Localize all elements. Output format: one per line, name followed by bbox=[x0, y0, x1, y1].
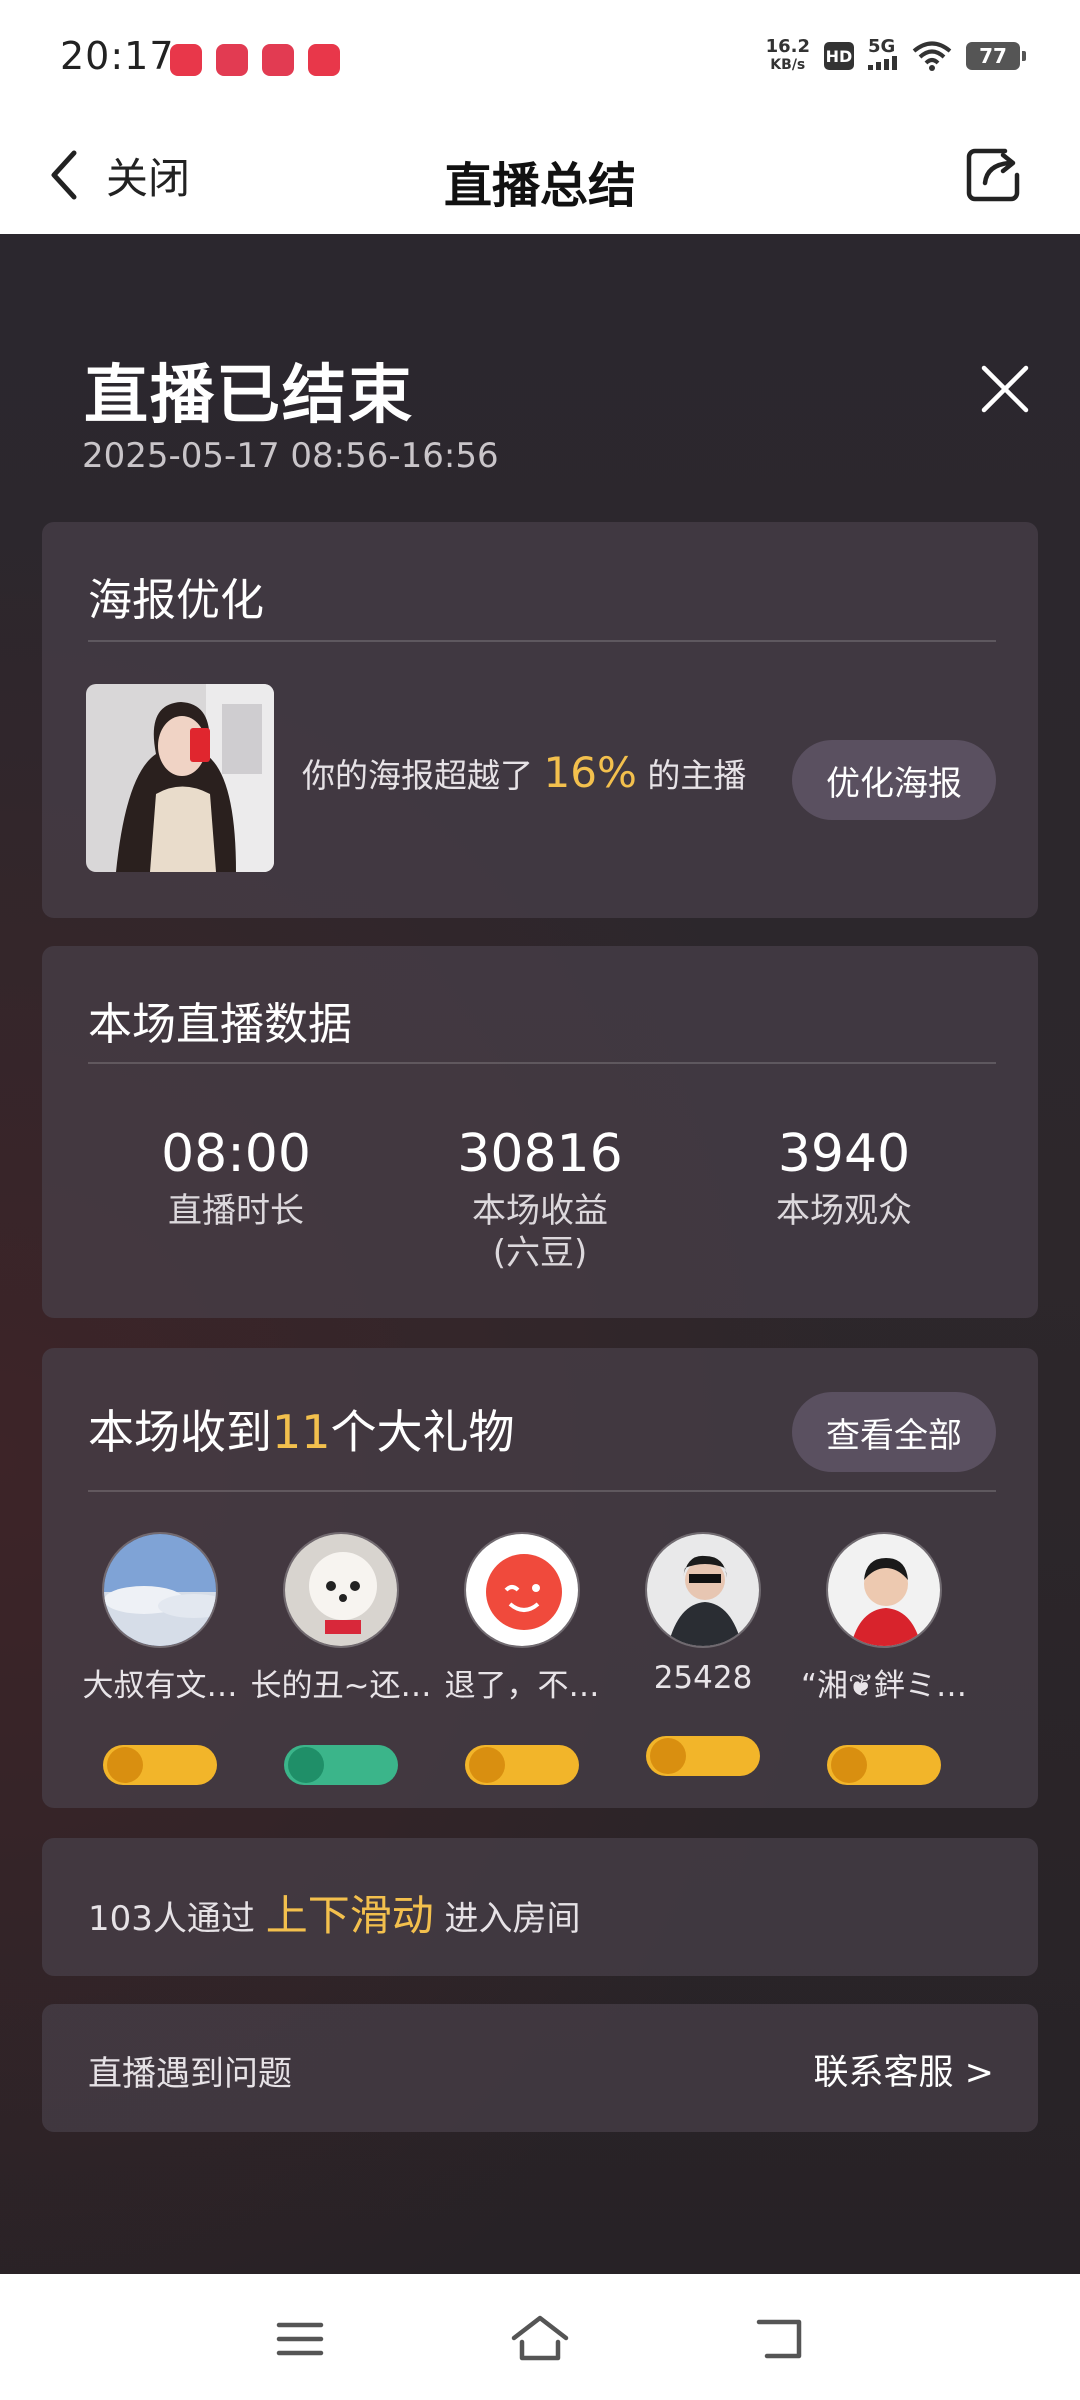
stat-label: 本场收益 bbox=[472, 1191, 608, 1231]
slide-entry-text: 103人通过 上下滑动 进入房间 bbox=[88, 1891, 581, 1940]
slide-highlight: 上下滑动 bbox=[265, 1891, 434, 1940]
stat-earnings: 30816 本场收益 (六豆) bbox=[390, 1124, 690, 1276]
user-level-badge bbox=[646, 1736, 760, 1776]
live-ended-title: 直播已结束 bbox=[84, 359, 414, 433]
divider bbox=[88, 640, 996, 642]
poster-rank-percent: 16% bbox=[543, 748, 637, 797]
stat-label: 直播时长 bbox=[168, 1191, 304, 1231]
sender-name: 长的丑~还… bbox=[250, 1668, 432, 1704]
avatar bbox=[102, 1532, 218, 1648]
card-title: 海报优化 bbox=[88, 575, 264, 626]
live-summary-panel: 直播已结束 2025-05-17 08:56-16:56 海报优化 你的海报超越… bbox=[0, 234, 1080, 2274]
hd-icon: HD bbox=[824, 42, 854, 70]
tiktok-notification-icon bbox=[216, 44, 248, 76]
gift-count: 11 bbox=[272, 1405, 331, 1459]
menu-icon bbox=[276, 2322, 324, 2356]
sender-name: 25428 bbox=[653, 1660, 753, 1696]
avatar bbox=[645, 1532, 761, 1648]
page-title: 直播总结 bbox=[443, 158, 636, 214]
divider bbox=[88, 1062, 996, 1064]
gift-sender-list: 大叔有文… 长的丑~还… 退了，不… 25428 “湘❦鉡ミ… bbox=[42, 1532, 1038, 1808]
avatar bbox=[826, 1532, 942, 1648]
problem-label: 直播遇到问题 bbox=[88, 2054, 292, 2094]
stat-sublabel: (六豆) bbox=[492, 1233, 588, 1273]
gift-sender-item[interactable]: 25428 bbox=[603, 1532, 803, 1776]
stat-value: 08:00 bbox=[161, 1124, 311, 1184]
system-nav-bar bbox=[0, 2274, 1080, 2400]
stat-label: 本场观众 bbox=[776, 1191, 912, 1231]
optimize-poster-button[interactable]: 优化海报 bbox=[792, 740, 996, 820]
avatar bbox=[464, 1532, 580, 1648]
signal-5g-icon: 5G bbox=[868, 38, 898, 74]
battery-icon: 77 bbox=[966, 42, 1026, 70]
user-level-badge bbox=[827, 1745, 941, 1785]
slide-entry-card: 103人通过 上下滑动 进入房间 bbox=[42, 1838, 1038, 1976]
view-all-gifts-button[interactable]: 查看全部 bbox=[792, 1392, 996, 1472]
share-icon bbox=[966, 148, 1020, 202]
user-level-badge bbox=[103, 1745, 217, 1785]
gift-sender-item[interactable]: “湘❦鉡ミ… bbox=[784, 1532, 984, 1785]
share-button[interactable] bbox=[954, 134, 1034, 214]
stat-duration: 08:00 直播时长 bbox=[86, 1124, 386, 1234]
app-notification-icon bbox=[308, 44, 340, 76]
divider bbox=[88, 1490, 996, 1492]
stat-value: 30816 bbox=[457, 1124, 623, 1184]
avatar bbox=[283, 1532, 399, 1648]
big-gifts-card: 本场收到11个大礼物 查看全部 大叔有文… 长的丑~还… 退了，不… 25428… bbox=[42, 1348, 1038, 1808]
poster-optimize-card: 海报优化 你的海报超越了 16% 的主播 优化海报 bbox=[42, 522, 1038, 918]
sender-name: 退了，不… bbox=[444, 1668, 600, 1704]
status-time: 20:17 bbox=[60, 34, 175, 78]
gift-sender-item[interactable]: 大叔有文… bbox=[60, 1532, 260, 1785]
live-stats-card: 本场直播数据 08:00 直播时长 30816 本场收益 (六豆) 3940 本… bbox=[42, 946, 1038, 1318]
app-notification-icon bbox=[170, 44, 202, 76]
live-time-range: 2025-05-17 08:56-16:56 bbox=[82, 436, 499, 476]
close-button[interactable] bbox=[970, 354, 1040, 424]
close-icon bbox=[981, 365, 1029, 413]
home-nav-button[interactable] bbox=[505, 2304, 575, 2374]
contact-support-link[interactable]: 联系客服 > bbox=[814, 2044, 994, 2095]
menu-nav-button[interactable] bbox=[265, 2304, 335, 2374]
wifi-icon bbox=[912, 41, 952, 71]
user-level-badge bbox=[465, 1745, 579, 1785]
home-icon bbox=[511, 2315, 569, 2361]
gift-sender-item[interactable]: 长的丑~还… bbox=[241, 1532, 441, 1785]
back-icon bbox=[756, 2319, 802, 2359]
card-title: 本场直播数据 bbox=[88, 999, 352, 1050]
status-right: 16.2 KB/s HD 5G 77 bbox=[765, 36, 1026, 74]
status-bar: 20:17 16.2 KB/s HD 5G 77 bbox=[0, 0, 1080, 118]
sender-name: 大叔有文… bbox=[82, 1668, 238, 1704]
sender-name: “湘❦鉡ミ… bbox=[800, 1668, 968, 1704]
top-nav: 关闭 直播总结 bbox=[0, 118, 1080, 234]
stat-viewers: 3940 本场观众 bbox=[694, 1124, 994, 1234]
network-speed: 16.2 KB/s bbox=[765, 36, 810, 74]
user-level-badge bbox=[284, 1745, 398, 1785]
gift-sender-item[interactable]: 退了，不… bbox=[422, 1532, 622, 1785]
notification-icons bbox=[170, 44, 340, 76]
stat-value: 3940 bbox=[777, 1124, 911, 1184]
support-card[interactable]: 直播遇到问题 联系客服 > bbox=[42, 2004, 1038, 2132]
app-notification-icon bbox=[262, 44, 294, 76]
poster-rank-text: 你的海报超越了 16% 的主播 bbox=[302, 748, 747, 797]
back-nav-button[interactable] bbox=[745, 2304, 815, 2374]
poster-thumbnail bbox=[86, 684, 274, 872]
gifts-title: 本场收到11个大礼物 bbox=[88, 1405, 515, 1459]
